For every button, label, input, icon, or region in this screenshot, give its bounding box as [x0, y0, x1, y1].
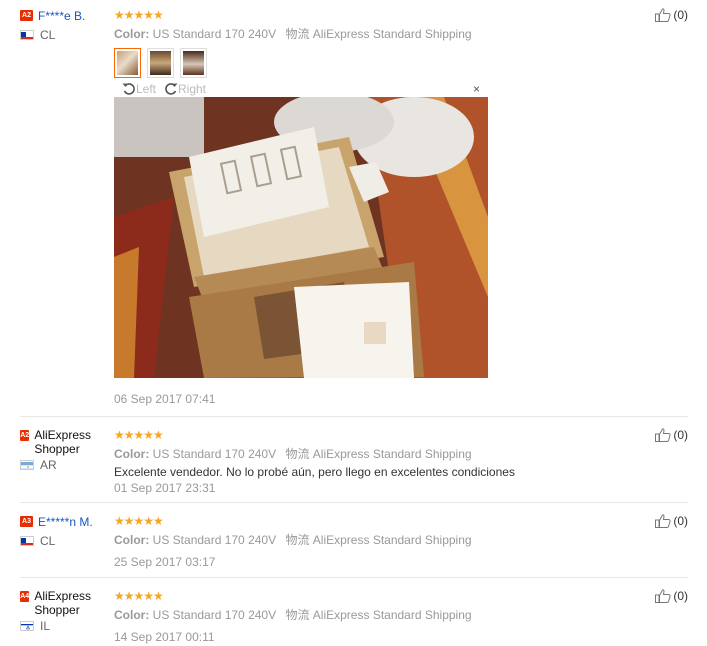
order-attributes: Color: US Standard 170 240V 物流 AliExpres…	[114, 531, 634, 548]
thumbs-up-icon	[655, 514, 671, 528]
logistics-label: 物流	[285, 533, 310, 547]
review-content: ★★★★★ Color: US Standard 170 240V 物流 Ali…	[114, 589, 634, 644]
thumbs-up-icon	[655, 428, 671, 442]
chile-flag-icon	[20, 535, 34, 546]
argentina-flag-icon	[20, 460, 34, 470]
review-date: 06 Sep 2017 07:41	[114, 392, 216, 406]
review-item: A3 E*****n M. CL ★★★★★ Color: US Standard…	[0, 514, 690, 569]
review-content: ★★★★★ Color: US Standard 170 240V 物流 Ali…	[114, 8, 634, 406]
reviewer-country: CL	[20, 28, 110, 42]
rotate-right-icon	[165, 83, 178, 95]
country-code: CL	[40, 27, 56, 42]
helpful-button[interactable]: (0)	[655, 514, 688, 528]
rotate-right-label: Right	[178, 82, 207, 96]
logistics-label: 物流	[285, 608, 310, 622]
logistics-label: 物流	[285, 27, 310, 41]
reviewer-country: AR	[20, 458, 110, 472]
review-date: 14 Sep 2017 00:11	[114, 630, 215, 644]
reviewer-name: AliExpress Shopper	[34, 589, 92, 617]
review-photo-image	[114, 97, 488, 378]
country-code: IL	[40, 619, 51, 633]
photo-thumbnails	[114, 48, 634, 78]
review-item: A4 AliExpress Shopper IL ★★★★★ Color: US …	[0, 589, 690, 644]
logistics-value: AliExpress Standard Shipping	[312, 533, 472, 547]
color-label: Color:	[114, 533, 150, 547]
star-rating: ★★★★★	[114, 589, 164, 603]
reviewer-info: A4 AliExpress Shopper IL	[20, 589, 110, 633]
order-attributes: Color: US Standard 170 240V 物流 AliExpres…	[114, 606, 634, 623]
review-content: ★★★★★ Color: US Standard 170 240V 物流 Ali…	[114, 514, 634, 569]
rotate-left-button[interactable]: Left	[122, 82, 156, 96]
buyer-level-badge: A3	[20, 516, 33, 528]
logistics-label: 物流	[285, 447, 310, 461]
review-date: 25 Sep 2017 03:17	[114, 555, 216, 569]
reviewer-info: A2 F****e B. CL	[20, 8, 110, 42]
logistics-value: AliExpress Standard Shipping	[312, 608, 472, 622]
photo-thumbnail[interactable]	[180, 48, 207, 78]
rotate-left-icon	[122, 83, 135, 95]
photo-viewer: Left Right ×	[114, 82, 488, 378]
thumbs-up-icon	[655, 589, 671, 603]
close-viewer-button[interactable]: ×	[473, 82, 480, 96]
color-label: Color:	[114, 27, 150, 41]
helpful-count: (0)	[673, 514, 688, 528]
helpful-button[interactable]: (0)	[655, 428, 688, 442]
review-divider	[20, 416, 688, 417]
buyer-level-badge: A2	[20, 430, 30, 441]
reviewer-info: A2 AliExpress Shopper AR	[20, 428, 110, 472]
review-divider	[20, 502, 688, 503]
country-code: CL	[40, 533, 56, 548]
photo-thumbnail[interactable]	[114, 48, 141, 78]
color-value: US Standard 170 240V	[152, 533, 277, 547]
order-attributes: Color: US Standard 170 240V 物流 AliExpres…	[114, 25, 634, 42]
logistics-value: AliExpress Standard Shipping	[312, 27, 472, 41]
order-attributes: Color: US Standard 170 240V 物流 AliExpres…	[114, 445, 634, 462]
logistics-value: AliExpress Standard Shipping	[312, 447, 472, 461]
rotate-right-button[interactable]: Right	[164, 82, 206, 96]
chile-flag-icon	[20, 29, 34, 40]
review-photo	[114, 97, 488, 378]
color-value: US Standard 170 240V	[152, 27, 277, 41]
review-item: A2 F****e B. CL ★★★★★ Color: US Standard …	[0, 8, 690, 408]
photo-thumbnail[interactable]	[147, 48, 174, 78]
photo-viewer-toolbar: Left Right ×	[114, 82, 488, 97]
star-rating: ★★★★★	[114, 8, 164, 22]
star-rating: ★★★★★	[114, 514, 164, 528]
reviewer-name[interactable]: E*****n M.	[38, 515, 93, 529]
color-label: Color:	[114, 608, 150, 622]
buyer-level-badge: A4	[20, 591, 30, 602]
color-label: Color:	[114, 447, 150, 461]
reviewer-country: IL	[20, 619, 110, 633]
israel-flag-icon	[20, 621, 34, 631]
reviewer-name[interactable]: F****e B.	[38, 9, 85, 23]
review-item: A2 AliExpress Shopper AR ★★★★★ Color: US …	[0, 428, 690, 498]
review-text: Excelente vendedor. No lo probé aún, per…	[114, 465, 515, 479]
helpful-count: (0)	[673, 589, 688, 603]
helpful-button[interactable]: (0)	[655, 8, 688, 22]
helpful-button[interactable]: (0)	[655, 589, 688, 603]
helpful-count: (0)	[673, 8, 688, 22]
buyer-level-badge: A2	[20, 10, 33, 22]
color-value: US Standard 170 240V	[152, 447, 277, 461]
reviewer-country: CL	[20, 534, 110, 548]
color-value: US Standard 170 240V	[152, 608, 277, 622]
review-divider	[20, 577, 688, 578]
review-content: ★★★★★ Color: US Standard 170 240V 物流 Ali…	[114, 428, 634, 495]
helpful-count: (0)	[673, 428, 688, 442]
reviewer-name: AliExpress Shopper	[34, 428, 92, 456]
review-date: 01 Sep 2017 23:31	[114, 481, 216, 495]
reviewer-info: A3 E*****n M. CL	[20, 514, 110, 548]
thumbs-up-icon	[655, 8, 671, 22]
rotate-left-label: Left	[136, 82, 157, 96]
country-code: AR	[40, 458, 57, 472]
star-rating: ★★★★★	[114, 428, 164, 442]
